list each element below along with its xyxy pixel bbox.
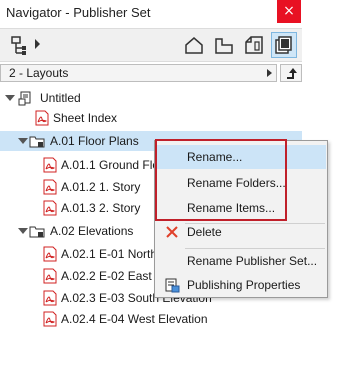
- tree-item-sheet-index[interactable]: Sheet Index: [0, 108, 302, 128]
- pdf-icon: [42, 290, 58, 306]
- menu-item-rename[interactable]: Rename...: [156, 145, 326, 169]
- chevron-down-icon[interactable]: [5, 95, 15, 101]
- navigator-toolbar: [0, 28, 302, 62]
- tree-item-label: A.01.1 Ground Flo: [61, 158, 160, 172]
- close-button[interactable]: ×: [277, 0, 301, 23]
- menu-item-label: Publishing Properties: [187, 278, 301, 292]
- publisher-sets-icon[interactable]: [271, 32, 297, 58]
- tree-item-label: Untitled: [40, 91, 81, 105]
- context-menu: Rename... Rename Folders... Rename Items…: [154, 140, 328, 298]
- pdf-icon: [42, 246, 58, 262]
- tree-item-untitled[interactable]: Untitled: [0, 88, 302, 108]
- set-map-icon[interactable]: [8, 34, 30, 56]
- pdf-icon: [42, 268, 58, 284]
- pdf-icon: [42, 200, 58, 216]
- pdf-icon: [34, 110, 50, 126]
- menu-item-publishing-properties[interactable]: Publishing Properties: [156, 273, 326, 297]
- menu-item-delete[interactable]: Delete: [156, 220, 326, 244]
- publisher-root-icon: [18, 90, 34, 106]
- view-map-icon[interactable]: [213, 34, 235, 56]
- menu-item-rename-folders[interactable]: Rename Folders...: [156, 171, 326, 195]
- tree-item-label: A.01.3 2. Story: [61, 201, 141, 215]
- menu-item-rename-items[interactable]: Rename Items...: [156, 196, 326, 220]
- folder-icon: [29, 223, 45, 239]
- tree-item-label: A.02.4 E-04 West Elevation: [61, 312, 208, 326]
- tree-item-label: A.01 Floor Plans: [50, 134, 139, 148]
- tree-item-label: A.02.2 E-02 East El: [61, 269, 166, 283]
- layout-dropdown-value: 2 - Layouts: [9, 66, 69, 80]
- tree-item-label: A.02.1 E-01 North: [61, 247, 158, 261]
- menu-item-label: Rename Publisher Set...: [187, 254, 318, 268]
- chevron-down-icon[interactable]: [18, 138, 28, 144]
- tree-item-label: A.02 Elevations: [50, 224, 134, 238]
- menu-item-rename-publisher-set[interactable]: Rename Publisher Set...: [156, 249, 326, 273]
- publishing-properties-icon: [164, 277, 180, 293]
- delete-x-icon: [164, 224, 180, 240]
- layouts-bar: 2 - Layouts: [0, 64, 302, 82]
- tree-item-label: A.01.2 1. Story: [61, 180, 141, 194]
- window-title: Navigator - Publisher Set: [6, 5, 151, 20]
- menu-item-label: Rename...: [187, 150, 243, 164]
- layout-dropdown[interactable]: 2 - Layouts: [0, 64, 277, 82]
- chevron-right-icon[interactable]: [35, 39, 40, 49]
- pdf-icon: [42, 157, 58, 173]
- project-map-icon[interactable]: [183, 34, 205, 56]
- close-icon: ×: [283, 3, 295, 19]
- up-arrow-icon: [287, 68, 297, 79]
- pdf-icon: [42, 179, 58, 195]
- up-level-button[interactable]: [280, 64, 302, 82]
- tree-item-label: Sheet Index: [53, 111, 118, 125]
- menu-item-label: Rename Folders...: [187, 176, 286, 190]
- chevron-right-icon: [267, 69, 272, 77]
- pdf-icon: [42, 311, 58, 327]
- menu-item-label: Delete: [187, 225, 222, 239]
- chevron-down-icon[interactable]: [18, 228, 28, 234]
- menu-item-label: Rename Items...: [187, 201, 276, 215]
- folder-icon: [29, 133, 45, 149]
- layout-book-icon[interactable]: [243, 34, 265, 56]
- tree-item-a024[interactable]: A.02.4 E-04 West Elevation: [0, 309, 302, 329]
- title-bar: Navigator - Publisher Set ×: [0, 0, 345, 26]
